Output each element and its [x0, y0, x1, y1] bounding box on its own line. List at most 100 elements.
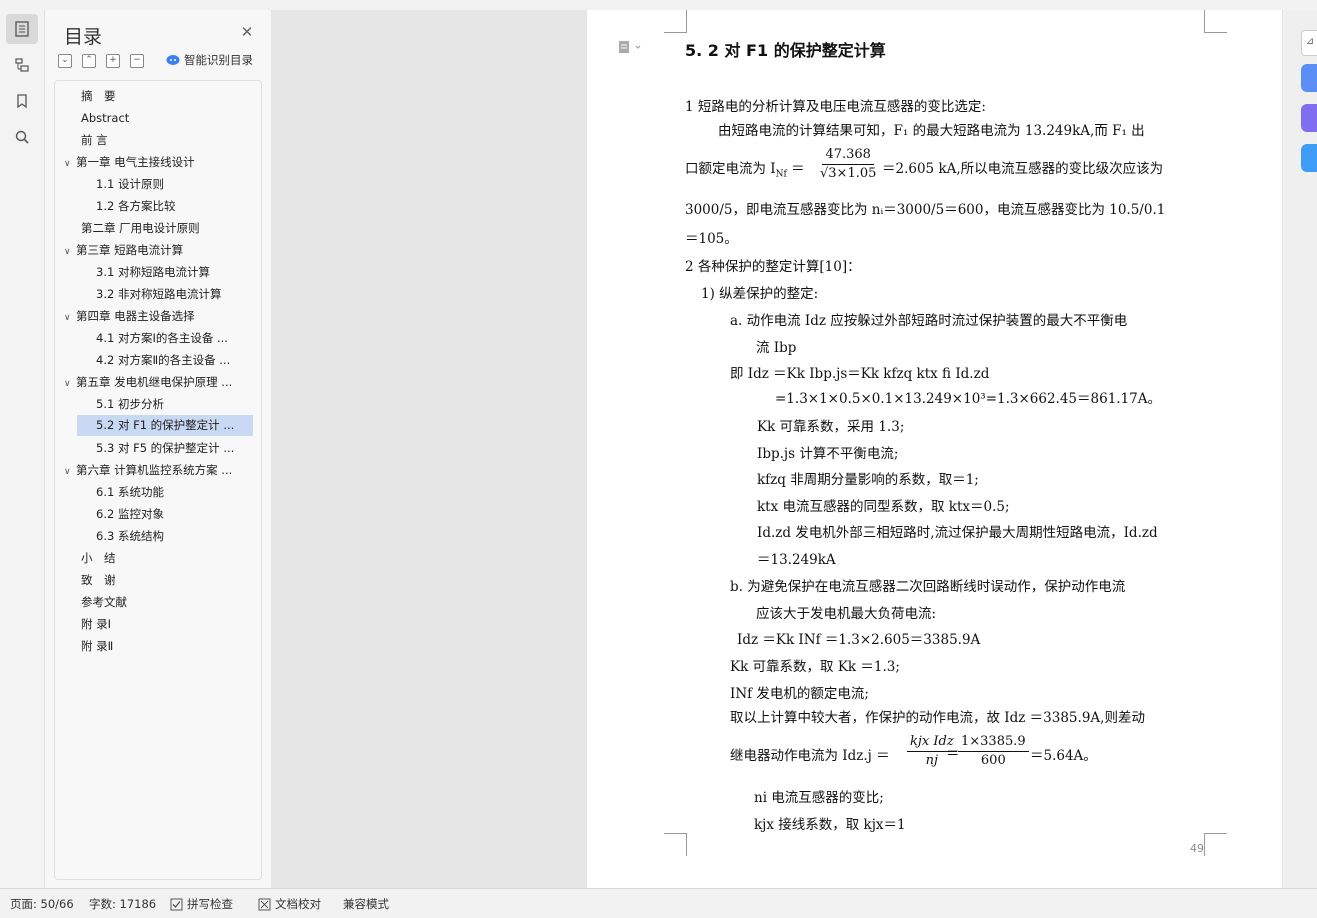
- formula-fraction: 1×3385.9 600: [956, 733, 1031, 770]
- toc-item[interactable]: 前 言: [76, 130, 259, 151]
- doc-line: 3000/5，即电流互感器变比为 nᵢ＝3000/5＝600，电流互感器变比为 …: [685, 202, 1166, 218]
- bookmark-button[interactable]: [6, 86, 38, 116]
- chevron-down-icon[interactable]: ∨: [64, 374, 76, 393]
- doc-line: 2 各种保护的整定计算[10]：: [685, 259, 861, 275]
- page-corner-mark: [664, 10, 687, 33]
- doc-line: ＝5.64A。: [1030, 748, 1097, 764]
- tool-button-blue[interactable]: [1301, 64, 1317, 92]
- spell-check-button[interactable]: 拼写检查: [170, 896, 233, 912]
- right-sidebar: [1283, 10, 1317, 888]
- filter-icon[interactable]: ⊿: [1301, 30, 1317, 56]
- doc-line: Idz ＝Kk INf ＝1.3×2.605＝3385.9A: [737, 632, 981, 648]
- navigation-button[interactable]: [6, 50, 38, 80]
- proofread-icon: [258, 898, 271, 910]
- doc-line: ＝105。: [685, 231, 738, 247]
- canvas-background: [272, 10, 587, 888]
- toc-item[interactable]: 6.3 系统结构: [96, 526, 254, 547]
- doc-line: b. 为避免保护在电流互感器二次回路断线时误动作，保护动作电流: [730, 579, 1126, 595]
- search-button[interactable]: [6, 122, 38, 152]
- smart-toc-button[interactable]: 智能识别目录: [166, 52, 253, 68]
- toc-item[interactable]: 3.2 非对称短路电流计算: [96, 284, 254, 305]
- toc-item[interactable]: 1.1 设计原则: [96, 174, 254, 195]
- word-count[interactable]: 字数: 17186: [89, 896, 156, 912]
- doc-line: 由短路电流的计算结果可知，F₁ 的最大短路电流为 13.249kA,而 F₁ 出: [718, 123, 1145, 139]
- toc-item[interactable]: ∨ 第三章 短路电流计算: [64, 240, 254, 261]
- doc-line: =1.3×1×0.5×0.1×13.249×10³=1.3×662.45＝861…: [775, 391, 1162, 407]
- doc-line: kjx 接线系数，取 kjx＝1: [754, 817, 906, 833]
- page-number: 49: [1190, 842, 1204, 855]
- chevron-down-icon[interactable]: ∨: [64, 308, 76, 327]
- doc-line: INf 发电机的额定电流;: [730, 686, 869, 702]
- tool-button-cyan[interactable]: [1301, 144, 1317, 172]
- document-icon: [619, 41, 641, 53]
- toc-item[interactable]: 5.3 对 F5 的保护整定计 ...: [96, 438, 244, 459]
- doc-line: ni 电流互感器的变比;: [754, 790, 884, 806]
- doc-line: Kk 可靠系数，采用 1.3;: [757, 419, 905, 435]
- doc-line: ＝2.605 kA,所以电流互感器的变比级次应该为: [882, 161, 1164, 177]
- toc-item[interactable]: 6.2 监控对象: [96, 504, 254, 525]
- left-icon-rail: [0, 10, 45, 888]
- toc-item-selected[interactable]: 5.2 对 F1 的保护整定计 ...: [77, 415, 253, 436]
- checkbox-icon: [170, 898, 183, 910]
- page-corner-mark: [1204, 10, 1227, 33]
- bookmark-icon: [17, 94, 27, 109]
- paragraph-menu-button[interactable]: [617, 39, 645, 55]
- smart-toc-label: 智能识别目录: [184, 53, 253, 67]
- toc-item[interactable]: 4.2 对方案Ⅱ的各主设备 ...: [96, 350, 244, 371]
- search-icon: [15, 130, 29, 144]
- doc-line: ktx 电流互感器的同型系数，取 ktx＝0.5;: [757, 499, 1010, 515]
- expand-up-button[interactable]: ⌃: [82, 54, 96, 68]
- ai-icon: [166, 55, 180, 65]
- doc-line: 即 Idz ＝Kk Ibp.js＝Kk kfzq ktx fi Id.zd: [730, 366, 990, 382]
- toc-item[interactable]: 小 结: [76, 548, 259, 569]
- chevron-down-icon[interactable]: ∨: [64, 242, 76, 261]
- page-corner-mark: [664, 833, 687, 856]
- toc-item[interactable]: ∨ 第一章 电气主接线设计: [64, 152, 254, 173]
- tool-button-purple[interactable]: [1301, 104, 1317, 132]
- close-icon[interactable]: ✕: [239, 24, 255, 40]
- folder-tree-icon: [15, 58, 29, 72]
- doc-line: a. 动作电流 Idz 应按躲过外部短路时流过保护装置的最大不平衡电: [730, 313, 1128, 329]
- collapse-all-button[interactable]: ⌄: [58, 54, 72, 68]
- doc-line: 继电器动作电流为 Idz.j ＝: [730, 748, 890, 764]
- proofread-button[interactable]: 文档校对: [258, 896, 321, 912]
- doc-line: 流 Ibp: [756, 340, 797, 356]
- toc-item[interactable]: 第二章 厂用电设计原则: [76, 218, 259, 239]
- doc-line: ＝13.249kA: [757, 552, 836, 568]
- toc-item[interactable]: 附 录Ⅰ: [76, 614, 259, 635]
- toc-title: 目录: [64, 26, 103, 48]
- add-item-button[interactable]: +: [106, 54, 120, 68]
- toc-item[interactable]: 5.1 初步分析: [96, 394, 254, 415]
- toc-item[interactable]: Abstract: [76, 108, 259, 129]
- toc-item[interactable]: ∨ 第五章 发电机继电保护原理 ...: [64, 372, 246, 393]
- remove-item-button[interactable]: −: [130, 54, 144, 68]
- toc-item[interactable]: 摘 要: [76, 86, 259, 107]
- chevron-down-icon[interactable]: ∨: [64, 154, 76, 173]
- page-corner-mark: [1204, 833, 1227, 856]
- doc-line: 1 短路电的分析计算及电压电流互感器的变比选定:: [685, 99, 986, 115]
- toc-item[interactable]: 1.2 各方案比较: [96, 196, 254, 217]
- doc-line: kfzq 非周期分量影响的系数，取＝1;: [757, 472, 979, 488]
- document-list-icon: [15, 21, 29, 37]
- toc-item[interactable]: 致 谢: [76, 570, 259, 591]
- doc-line: 1) 纵差保护的整定:: [701, 286, 819, 302]
- toc-item[interactable]: 3.1 对称短路电流计算: [96, 262, 254, 283]
- doc-line: 取以上计算中较大者，作保护的动作电流，故 Idz ＝3385.9A,则差动: [730, 710, 1145, 726]
- toc-item[interactable]: ∨ 第六章 计算机监控系统方案 ...: [64, 460, 246, 481]
- doc-line: 应该大于发电机最大负荷电流:: [756, 606, 937, 622]
- section-heading: 5. 2 对 F1 的保护整定计算: [685, 41, 886, 60]
- chevron-down-icon[interactable]: ∨: [64, 462, 76, 481]
- page-indicator[interactable]: 页面: 50/66: [10, 896, 74, 912]
- toc-item[interactable]: 附 录Ⅱ: [76, 636, 259, 657]
- formula-fraction: 47.368 √3×1.05: [820, 147, 877, 181]
- toc-item[interactable]: 4.1 对方案Ⅰ的各主设备 ...: [96, 328, 244, 349]
- doc-line: Kk 可靠系数，取 Kk ＝1.3;: [730, 659, 900, 675]
- doc-line: Ibp.js 计算不平衡电流;: [757, 446, 899, 462]
- doc-line: Id.zd 发电机外部三相短路时,流过保护最大周期性短路电流，Id.zd: [757, 525, 1158, 541]
- toc-item[interactable]: 参考文献: [76, 592, 259, 613]
- toc-item[interactable]: 6.1 系统功能: [96, 482, 254, 503]
- doc-line: 口额定电流为 INf ＝: [685, 161, 805, 180]
- toc-item[interactable]: ∨ 第四章 电器主设备选择: [64, 306, 254, 327]
- toc-panel-button[interactable]: [6, 14, 38, 44]
- compat-mode: 兼容模式: [343, 897, 389, 911]
